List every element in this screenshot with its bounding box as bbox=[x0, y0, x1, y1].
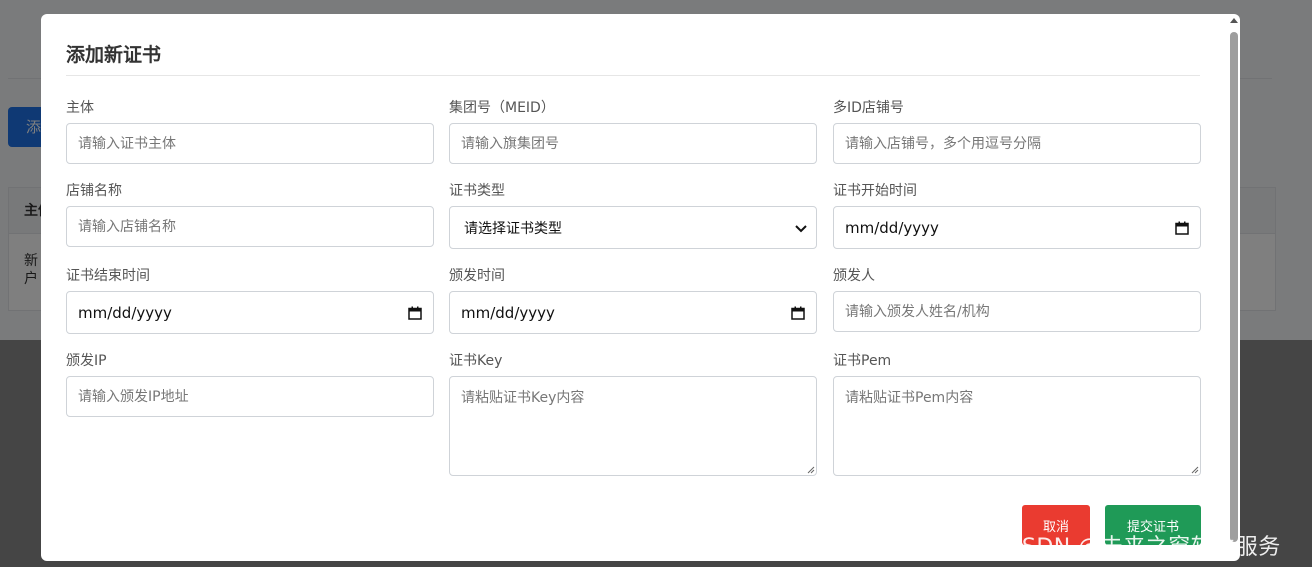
start-date-value: mm/dd/yyyy bbox=[845, 218, 939, 237]
add-certificate-modal: 添加新证书 主体 集团号（MEID） 多ID店铺号 店铺名称 证书类型 请选择证… bbox=[41, 14, 1240, 561]
issue-date-label: 颁发时间 bbox=[449, 268, 505, 284]
modal-title: 添加新证书 bbox=[66, 44, 162, 66]
subject-input[interactable] bbox=[66, 123, 434, 164]
cert-type-select[interactable]: 请选择证书类型 bbox=[449, 206, 817, 249]
issue-date-value: mm/dd/yyyy bbox=[461, 303, 555, 322]
cert-pem-wrapper bbox=[833, 376, 1201, 476]
scroll-up-arrow-icon[interactable] bbox=[1230, 18, 1238, 23]
calendar-icon[interactable] bbox=[791, 306, 805, 320]
cert-pem-label: 证书Pem bbox=[833, 353, 892, 369]
cert-key-textarea[interactable] bbox=[449, 376, 817, 476]
scrollbar-thumb[interactable] bbox=[1230, 32, 1238, 542]
end-date-input[interactable]: mm/dd/yyyy bbox=[66, 291, 434, 334]
resize-grip-icon[interactable] bbox=[807, 466, 815, 474]
start-date-input[interactable]: mm/dd/yyyy bbox=[833, 206, 1201, 249]
calendar-icon[interactable] bbox=[1175, 221, 1189, 235]
cert-type-selected-value: 请选择证书类型 bbox=[464, 220, 562, 237]
store-name-label: 店铺名称 bbox=[66, 183, 122, 199]
chevron-down-icon bbox=[786, 207, 816, 250]
issue-ip-input[interactable] bbox=[66, 376, 434, 417]
issue-date-input[interactable]: mm/dd/yyyy bbox=[449, 291, 817, 334]
end-date-label: 证书结束时间 bbox=[66, 268, 150, 284]
issue-ip-label: 颁发IP bbox=[66, 353, 107, 369]
cert-pem-textarea[interactable] bbox=[833, 376, 1201, 476]
modal-divider bbox=[66, 75, 1200, 76]
store-ids-input[interactable] bbox=[833, 123, 1201, 164]
cert-type-label: 证书类型 bbox=[449, 183, 505, 199]
issuer-label: 颁发人 bbox=[833, 268, 875, 284]
meid-label: 集团号（MEID） bbox=[449, 100, 555, 116]
calendar-icon[interactable] bbox=[408, 306, 422, 320]
store-name-input[interactable] bbox=[66, 206, 434, 247]
meid-input[interactable] bbox=[449, 123, 817, 164]
cert-key-wrapper bbox=[449, 376, 817, 476]
cert-key-label: 证书Key bbox=[449, 353, 503, 369]
resize-grip-icon[interactable] bbox=[1191, 466, 1199, 474]
issuer-input[interactable] bbox=[833, 291, 1201, 332]
subject-label: 主体 bbox=[66, 100, 94, 116]
store-ids-label: 多ID店铺号 bbox=[833, 100, 904, 116]
start-date-label: 证书开始时间 bbox=[833, 183, 917, 199]
watermark: CSDN @未来之窗软件服务 bbox=[1006, 535, 1281, 560]
end-date-value: mm/dd/yyyy bbox=[78, 303, 172, 322]
